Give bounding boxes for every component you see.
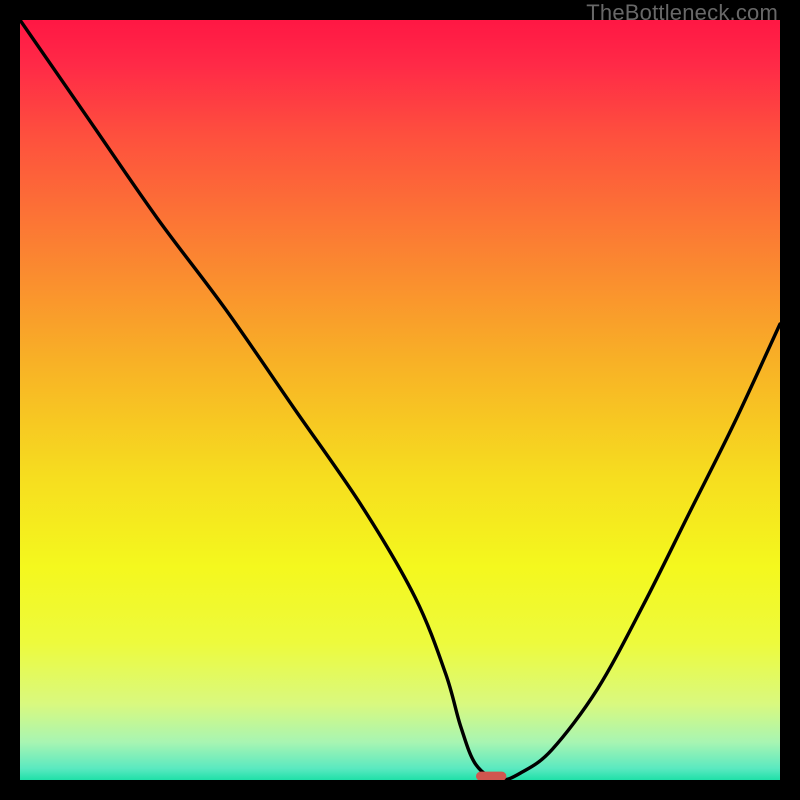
gradient-background bbox=[20, 20, 780, 780]
minimum-marker bbox=[476, 772, 506, 780]
plot-area bbox=[20, 20, 780, 780]
watermark-text: TheBottleneck.com bbox=[586, 0, 778, 26]
chart-svg bbox=[20, 20, 780, 780]
chart-frame: TheBottleneck.com bbox=[0, 0, 800, 800]
